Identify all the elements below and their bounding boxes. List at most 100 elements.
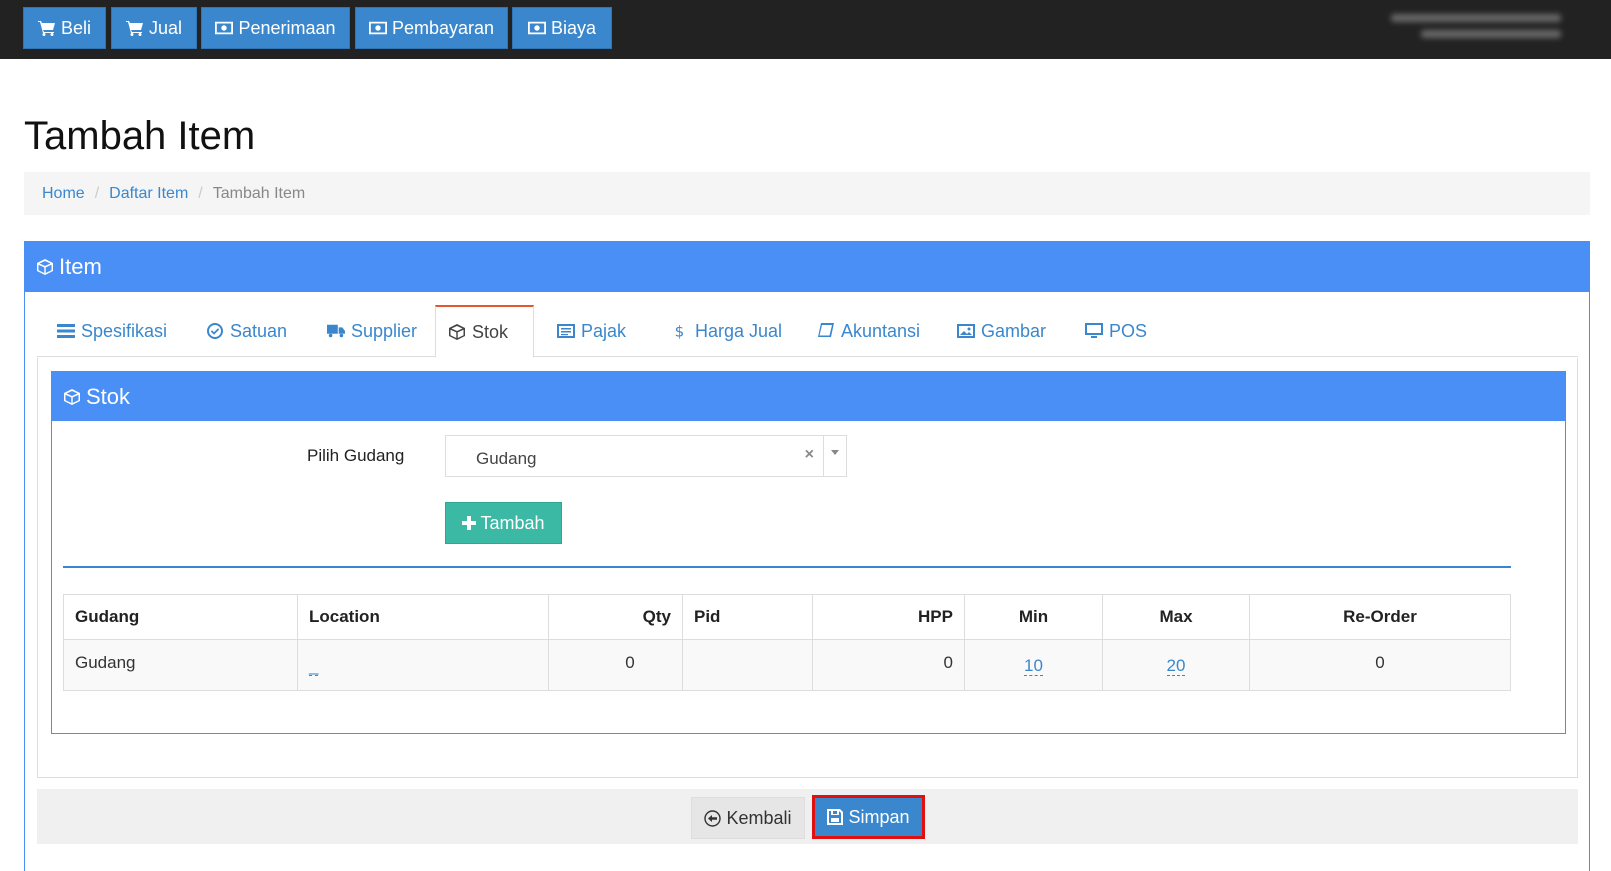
image-icon (957, 324, 975, 338)
money-icon (368, 21, 387, 35)
tab-content-stok: Stok Pilih Gudang Gudang × Tambah Gudang… (37, 358, 1578, 778)
nav-pembayaran-label: Pembayaran (391, 17, 495, 38)
tab-supplier-label: Supplier (351, 320, 418, 341)
col-qty: Qty (548, 594, 683, 640)
cell-location: _ (297, 639, 549, 691)
warehouse-select[interactable]: Gudang × (445, 435, 847, 477)
col-location: Location (297, 594, 549, 640)
tab-pos[interactable]: POS (1073, 305, 1159, 357)
tab-pos-label: POS (1109, 320, 1148, 341)
tab-akuntansi[interactable]: Akuntansi (805, 305, 932, 357)
item-tabs: Spesifikasi Satuan Supplier Stok Pajak $… (37, 305, 1578, 358)
nav-biaya-button[interactable]: Biaya (512, 7, 612, 49)
col-hpp: HPP (812, 594, 965, 640)
cube-icon (449, 324, 465, 340)
location-editable-link[interactable]: _ (309, 653, 319, 676)
tab-pajak[interactable]: Pajak (545, 305, 638, 357)
tab-harga-jual-label: Harga Jual (695, 320, 783, 341)
breadcrumb-daftar-item-link[interactable]: Daftar Item (109, 185, 188, 203)
list-icon (57, 324, 75, 338)
breadcrumb-home-link[interactable]: Home (42, 185, 85, 203)
money-icon (215, 21, 234, 35)
col-min: Min (964, 594, 1103, 640)
cell-gudang: Gudang (63, 639, 298, 691)
monitor-icon (1085, 323, 1103, 338)
stok-panel-header: Stok (52, 372, 1565, 421)
item-panel: Item Spesifikasi Satuan Supplier Stok Pa… (24, 241, 1590, 871)
col-gudang: Gudang (63, 594, 298, 640)
table-row: Gudang _ 0 0 10 20 0 (63, 639, 1511, 691)
tab-gambar[interactable]: Gambar (945, 305, 1058, 357)
nav-penerimaan-label: Penerimaan (238, 17, 336, 38)
dollar-icon: $ (675, 323, 685, 339)
cell-hpp: 0 (812, 639, 965, 691)
breadcrumb-separator: / (94, 184, 100, 202)
plus-icon (462, 516, 477, 530)
money-icon (527, 21, 546, 35)
add-warehouse-button[interactable]: Tambah (445, 502, 562, 544)
item-panel-title: Item (59, 254, 102, 279)
clear-icon[interactable]: × (805, 446, 814, 464)
save-button[interactable]: Simpan (812, 795, 925, 839)
back-button-label: Kembali (726, 807, 792, 828)
nav-pembayaran-button[interactable]: Pembayaran (355, 7, 508, 49)
breadcrumb-separator: / (198, 184, 203, 202)
arrow-left-circle-icon (704, 809, 722, 827)
save-button-label: Simpan (848, 806, 910, 827)
warehouse-label: Pilih Gudang (307, 446, 405, 465)
nav-jual-label: Jual (148, 17, 183, 38)
breadcrumb: Home / Daftar Item / Tambah Item (24, 172, 1590, 215)
chevron-down-icon[interactable] (823, 436, 846, 476)
page-title: Tambah Item (24, 114, 256, 158)
stok-panel: Stok Pilih Gudang Gudang × Tambah Gudang… (51, 371, 1566, 734)
tab-pajak-label: Pajak (581, 320, 627, 341)
add-warehouse-label: Tambah (480, 512, 545, 533)
nav-biaya-label: Biaya (550, 17, 597, 38)
user-info-redacted (1361, 10, 1561, 48)
cell-qty: 0 (548, 639, 683, 691)
tab-satuan-label: Satuan (230, 320, 288, 341)
cell-max: 20 (1102, 639, 1250, 691)
tab-supplier[interactable]: Supplier (315, 305, 429, 357)
tab-harga-jual[interactable]: $ Harga Jual (659, 305, 794, 357)
book-icon (818, 323, 834, 337)
col-max: Max (1102, 594, 1250, 640)
tab-spesifikasi[interactable]: Spesifikasi (45, 305, 179, 357)
col-reorder: Re-Order (1249, 594, 1511, 640)
nav-beli-button[interactable]: Beli (23, 7, 106, 49)
tab-spesifikasi-label: Spesifikasi (81, 320, 168, 341)
section-divider (63, 566, 1511, 568)
back-button[interactable]: Kembali (691, 797, 805, 839)
check-circle-icon (207, 323, 223, 339)
tab-stok[interactable]: Stok (435, 305, 534, 358)
nav-beli-label: Beli (60, 17, 91, 38)
stock-table: Gudang Location Qty Pid HPP Min Max Re-O… (63, 594, 1511, 691)
tab-akuntansi-label: Akuntansi (841, 320, 921, 341)
breadcrumb-current: Tambah Item (212, 184, 306, 202)
cube-icon (37, 259, 53, 275)
top-navbar: Beli Jual Penerimaan Pembayaran Biaya (0, 0, 1611, 59)
cart-icon (37, 21, 55, 36)
form-footer: Kembali Simpan (37, 789, 1578, 844)
table-header-row: Gudang Location Qty Pid HPP Min Max Re-O… (63, 594, 1511, 640)
cube-icon (64, 388, 80, 405)
save-icon (827, 809, 844, 825)
min-editable-link[interactable]: 10 (1024, 653, 1043, 676)
nav-penerimaan-button[interactable]: Penerimaan (201, 7, 350, 49)
warehouse-select-value: Gudang (476, 449, 537, 468)
svg-text:$: $ (675, 323, 685, 339)
item-panel-header: Item (25, 242, 1589, 292)
cell-pid (682, 639, 813, 691)
tab-gambar-label: Gambar (981, 320, 1047, 341)
cell-min: 10 (964, 639, 1103, 691)
cart-icon (125, 21, 143, 36)
col-pid: Pid (682, 594, 813, 640)
nav-jual-button[interactable]: Jual (111, 7, 197, 49)
cell-reorder: 0 (1249, 639, 1511, 691)
max-editable-link[interactable]: 20 (1166, 653, 1186, 676)
stok-panel-title: Stok (86, 383, 131, 409)
truck-icon (327, 324, 345, 338)
tab-stok-label: Stok (472, 321, 509, 342)
tab-satuan[interactable]: Satuan (194, 305, 299, 357)
list-alt-icon (557, 324, 575, 338)
